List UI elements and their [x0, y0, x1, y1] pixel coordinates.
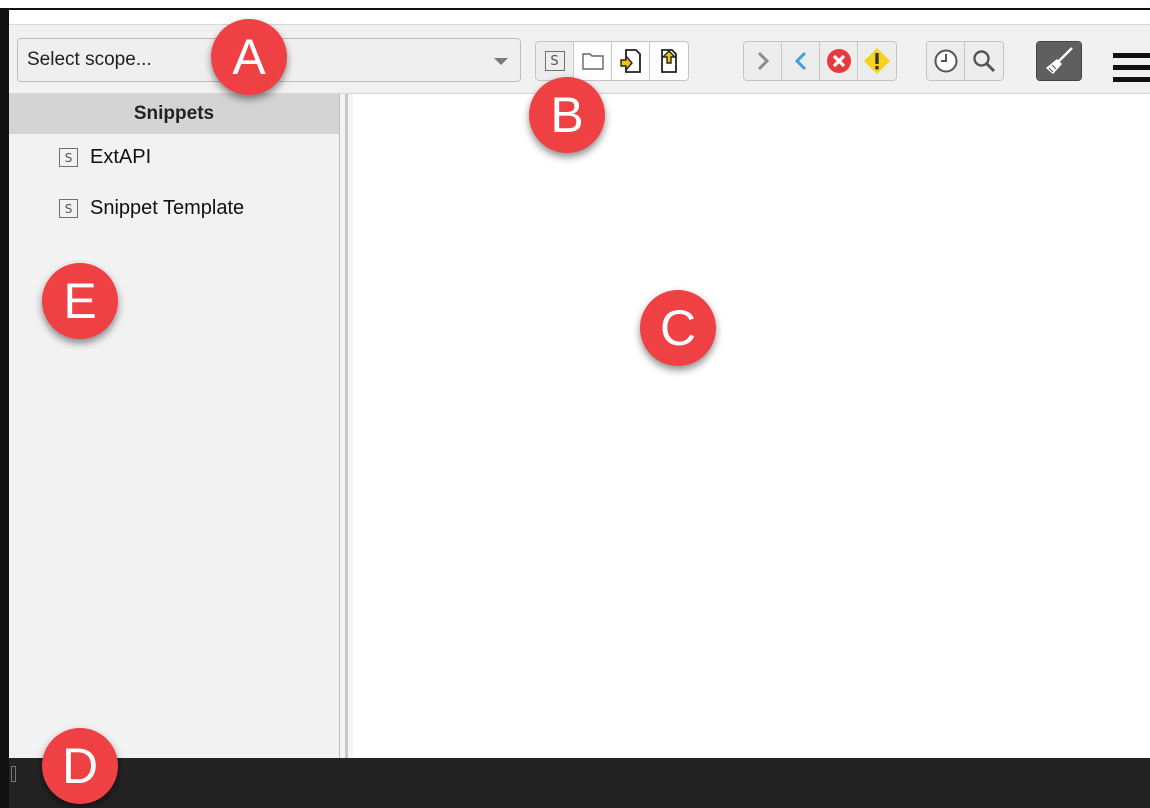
- chevron-down-icon[interactable]: [494, 58, 508, 65]
- sidebar-item-label: Snippet Template: [90, 197, 245, 219]
- clock-icon: [934, 49, 957, 73]
- code-editor[interactable]: [353, 94, 1150, 758]
- callout-d: D: [42, 728, 118, 804]
- warning-icon: [864, 48, 890, 74]
- errors-button[interactable]: [820, 42, 858, 80]
- new-folder-button[interactable]: [574, 42, 612, 80]
- history-search-buttons: [926, 41, 1004, 81]
- sidebar-item-snippet-template[interactable]: S Snippet Template: [59, 197, 244, 220]
- menu-icon[interactable]: [1113, 53, 1150, 85]
- previous-button[interactable]: [782, 42, 820, 80]
- window-border-top: [9, 8, 1150, 10]
- callout-c: C: [640, 290, 716, 366]
- snippets-sidebar: Snippets S ExtAPI S Snippet Template: [9, 94, 339, 758]
- error-icon: [826, 49, 851, 73]
- import-icon: [619, 49, 641, 73]
- clear-button-group: [1036, 41, 1082, 81]
- export-icon: [661, 49, 677, 73]
- scope-select-value: Select scope...: [27, 49, 152, 70]
- sidebar-item-extapi[interactable]: S ExtAPI: [59, 146, 151, 169]
- window-border-left: [0, 8, 9, 808]
- broom-icon: [1046, 47, 1073, 74]
- callout-a: A: [211, 19, 287, 95]
- console-panel[interactable]: [9, 758, 1150, 808]
- snippet-icon: S: [59, 148, 78, 167]
- export-button[interactable]: [650, 42, 688, 80]
- app-frame: Select scope... S Snippets S ExtAPI S Sn…: [0, 0, 1150, 808]
- import-button[interactable]: [612, 42, 650, 80]
- next-button[interactable]: [744, 42, 782, 80]
- navigation-buttons: [743, 41, 897, 81]
- panel-splitter[interactable]: [339, 94, 353, 758]
- search-button[interactable]: [965, 42, 1003, 80]
- callout-b: B: [529, 77, 605, 153]
- splitter-handle[interactable]: [345, 94, 348, 758]
- console-cursor: [11, 766, 16, 782]
- history-button[interactable]: [927, 42, 965, 80]
- chevron-right-icon: [757, 51, 769, 71]
- snippet-file-buttons: S: [535, 41, 689, 81]
- sidebar-item-label: ExtAPI: [90, 146, 152, 168]
- callout-e: E: [42, 263, 118, 339]
- new-snippet-button[interactable]: S: [536, 42, 574, 80]
- snippet-icon: S: [544, 51, 565, 71]
- top-strip: [0, 0, 1150, 8]
- warnings-button[interactable]: [858, 42, 896, 80]
- folder-icon: [581, 53, 604, 70]
- snippet-icon: S: [59, 199, 78, 218]
- clear-button[interactable]: [1037, 42, 1081, 80]
- search-icon: [973, 50, 996, 73]
- chevron-left-icon: [794, 51, 806, 71]
- sidebar-title: Snippets: [9, 94, 339, 134]
